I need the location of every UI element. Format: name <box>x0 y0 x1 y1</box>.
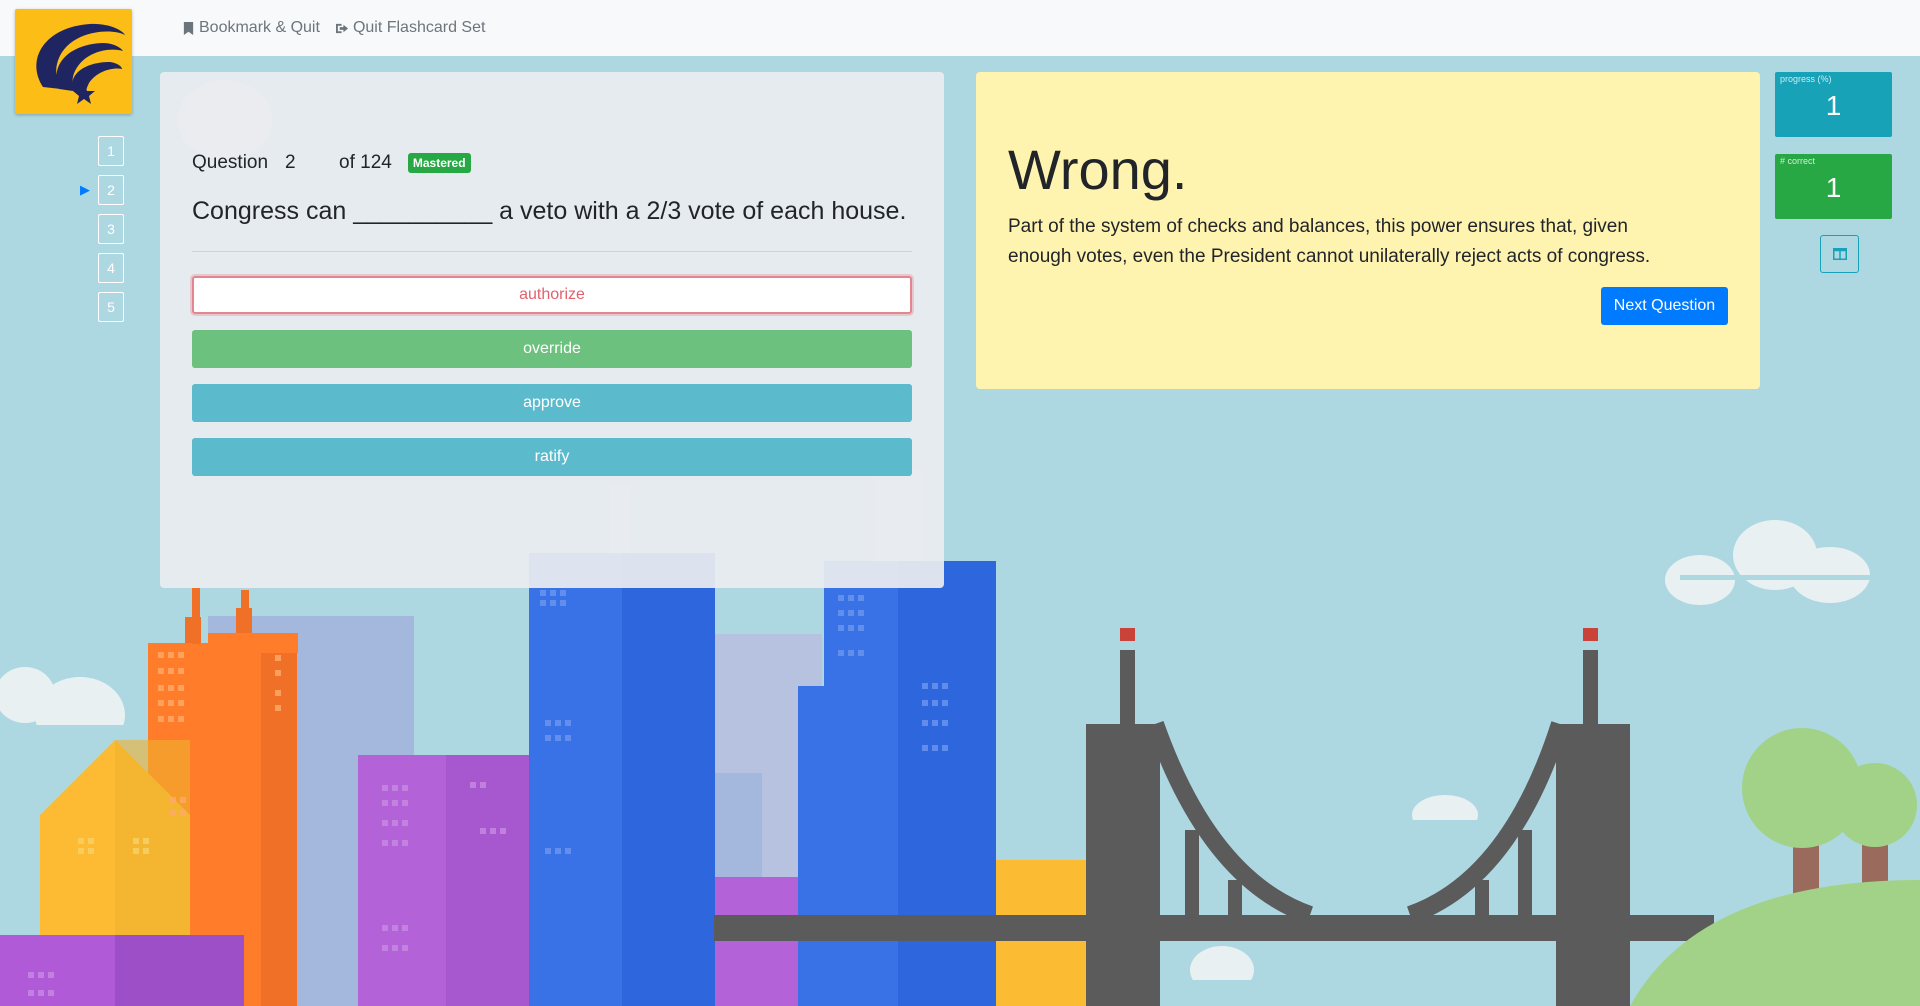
bookmark-icon <box>183 21 194 35</box>
answer-option-override[interactable]: override <box>192 330 912 368</box>
question-nav-button-4[interactable]: 4 <box>98 253 124 283</box>
site-logo[interactable] <box>15 9 132 114</box>
play-arrow-icon: ▶ <box>80 182 90 197</box>
logo-icon <box>36 23 126 104</box>
top-navbar: Bookmark & Quit Quit Flashcard Set <box>0 0 1920 56</box>
progress-stat-value: 1 <box>1825 90 1842 121</box>
question-text: Congress can __________ a veto with a 2/… <box>192 197 907 225</box>
question-nav-button-5[interactable]: 5 <box>98 292 124 322</box>
answer-option-ratify[interactable]: ratify <box>192 438 912 476</box>
layout-toggle-button[interactable] <box>1820 235 1859 273</box>
question-total: of 124 <box>339 152 392 173</box>
question-header: Question 2 of 124 Mastered <box>192 152 912 174</box>
sign-out-icon <box>335 23 349 33</box>
correct-stat-label: # correct <box>1780 156 1816 166</box>
next-question-button[interactable]: Next Question <box>1601 287 1728 325</box>
correct-stat-value: 1 <box>1825 172 1842 203</box>
correct-stat: # correct 1 <box>1775 154 1892 219</box>
question-card: Question 2 of 124 Mastered Congress can … <box>160 72 944 588</box>
progress-stat: progress (%) 1 <box>1775 72 1892 137</box>
feedback-card: Wrong. Part of the system of checks and … <box>976 72 1760 389</box>
bookmark-quit-link[interactable]: Bookmark & Quit <box>182 19 320 37</box>
answer-option-approve[interactable]: approve <box>192 384 912 422</box>
question-label: Question <box>192 152 269 173</box>
question-nav-button-3[interactable]: 3 <box>98 214 124 244</box>
answer-options: authorize override approve ratify <box>192 276 912 476</box>
progress-stat-label: progress (%) <box>1780 74 1832 84</box>
question-number: 2 <box>285 152 296 173</box>
answer-option-authorize[interactable]: authorize <box>192 276 912 314</box>
question-divider <box>192 251 912 252</box>
question-nav-button-2[interactable]: 2 <box>98 175 124 205</box>
quit-flashcard-set-link[interactable]: Quit Flashcard Set <box>335 19 486 37</box>
question-nav-button-1[interactable]: 1 <box>98 136 124 166</box>
feedback-heading: Wrong. <box>1008 138 1188 201</box>
feedback-explanation: Part of the system of checks and balance… <box>1008 216 1651 267</box>
mastered-badge: Mastered <box>407 153 471 173</box>
quit-flashcard-set-label: Quit Flashcard Set <box>352 19 486 36</box>
columns-icon <box>1832 248 1847 260</box>
bookmark-quit-label: Bookmark & Quit <box>199 19 320 36</box>
